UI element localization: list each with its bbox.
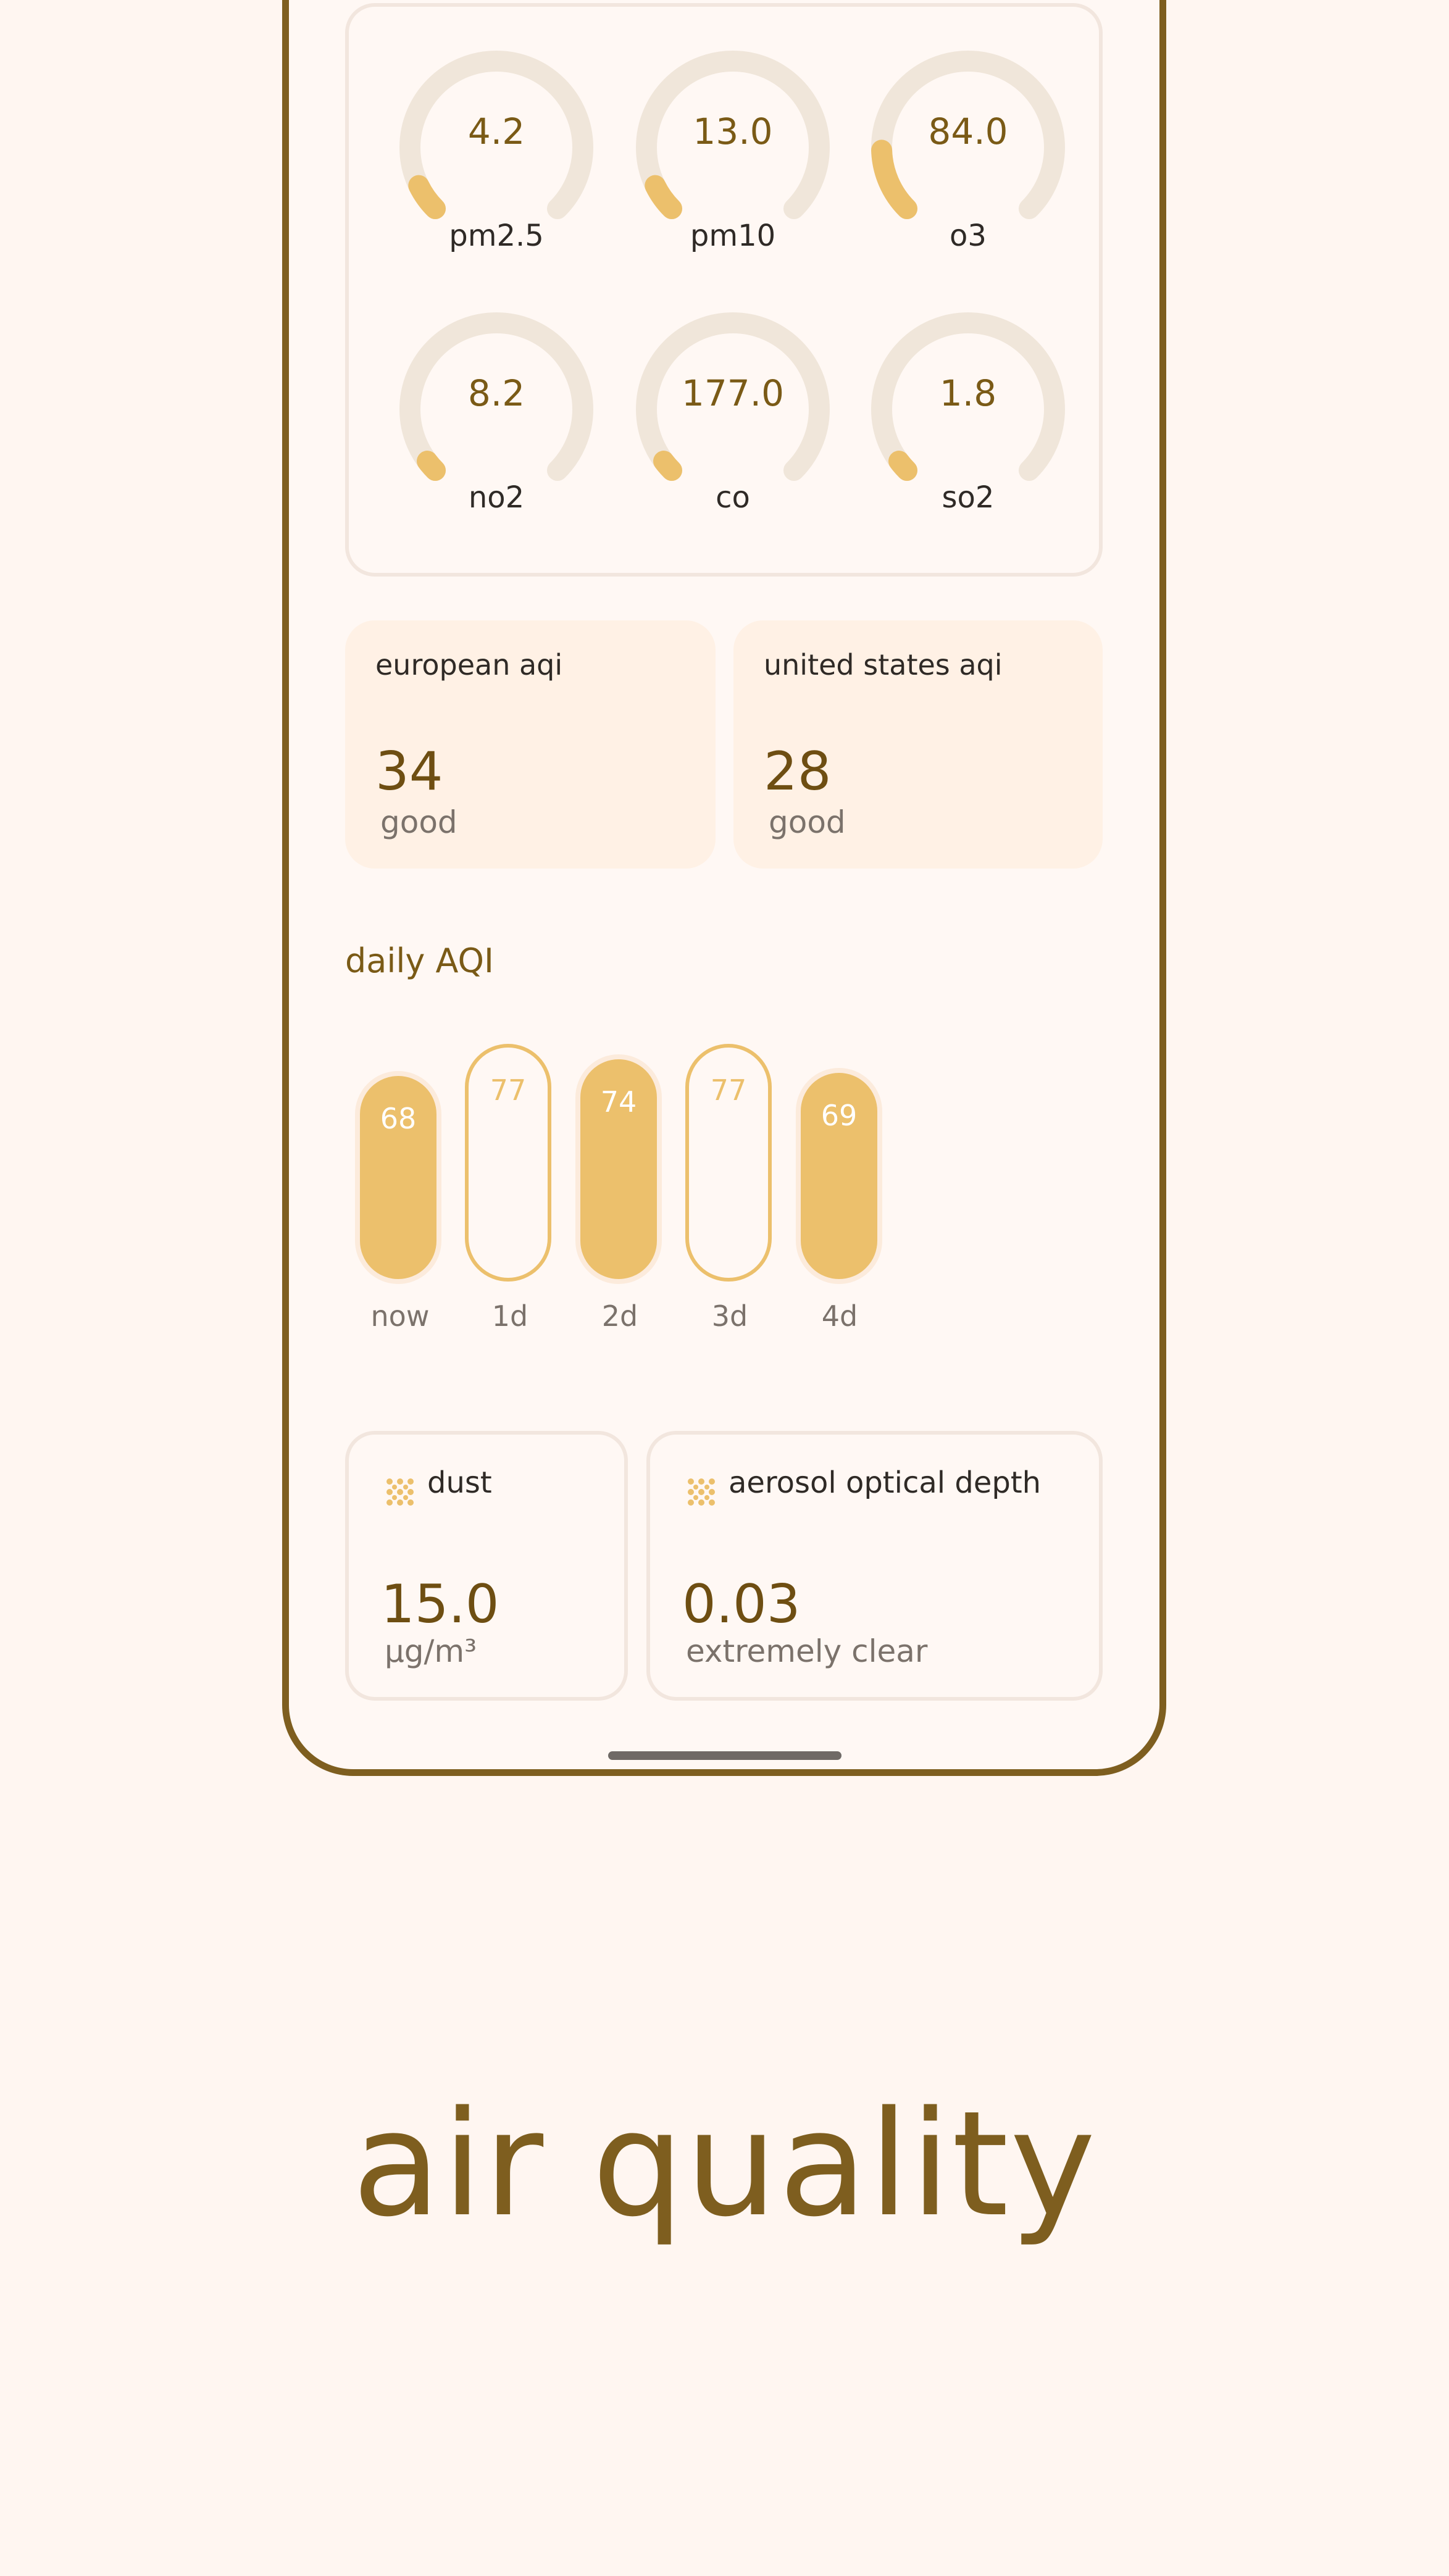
daily-bar-value: 74 — [600, 1085, 637, 1119]
gauge-value: 84.0 — [928, 110, 1008, 152]
gauge-value: 13.0 — [693, 110, 773, 152]
daily-bar-label: now — [370, 1299, 430, 1333]
dust-icon — [386, 1478, 414, 1506]
us-aqi-card[interactable]: united states aqi 28 good — [733, 620, 1103, 869]
gauge-fill — [645, 175, 683, 219]
gauge-value: 4.2 — [467, 110, 525, 152]
gauge-label: o3 — [950, 219, 987, 253]
daily-bar-2d[interactable]: 74 — [575, 1054, 662, 1284]
env-value: 15.0 — [381, 1574, 499, 1635]
daily-bar-value: 77 — [490, 1073, 527, 1107]
gauge-co[interactable]: 177.0 co — [628, 304, 838, 539]
daily-bar-label: 3d — [711, 1299, 748, 1333]
daily-bar-label: 1d — [491, 1299, 528, 1333]
daily-bar-4d[interactable]: 69 — [796, 1068, 882, 1284]
gauge-fill — [408, 175, 446, 219]
gauge-label: pm10 — [690, 219, 776, 253]
aqi-title: european aqi — [375, 648, 563, 682]
home-indicator[interactable] — [608, 1751, 841, 1760]
gauge-label: no2 — [468, 480, 525, 515]
daily-bar-3d[interactable]: 77 — [685, 1044, 772, 1282]
aqi-title: united states aqi — [764, 648, 1003, 682]
aqi-value: 28 — [764, 741, 832, 802]
env-title: aerosol optical depth — [729, 1465, 1042, 1500]
gauge-label: pm2.5 — [449, 219, 544, 253]
env-title: dust — [427, 1465, 492, 1500]
daily-bar-label: 4d — [821, 1299, 858, 1333]
gauge-fill — [888, 451, 918, 481]
aqi-status: good — [769, 804, 846, 840]
gauge-pm10[interactable]: 13.0 pm10 — [628, 43, 838, 277]
daily-bar-value: 77 — [710, 1073, 747, 1107]
daily-aqi-title: daily AQI — [345, 941, 494, 980]
env-value: 0.03 — [682, 1574, 801, 1635]
gauge-fill — [871, 140, 918, 219]
headline: air quality — [352, 2080, 1097, 2249]
gauge-o3[interactable]: 84.0 o3 — [863, 43, 1073, 277]
gauge-value: 177.0 — [681, 372, 785, 414]
gauge-label: co — [716, 480, 750, 515]
daily-bar-value: 68 — [380, 1102, 417, 1135]
env-sub: µg/m³ — [385, 1633, 477, 1669]
daily-bar-value: 69 — [821, 1099, 858, 1132]
gauge-value: 8.2 — [467, 372, 525, 414]
daily-bar-1d[interactable]: 77 — [465, 1044, 551, 1282]
european-aqi-card[interactable]: european aqi 34 good — [345, 620, 716, 869]
gauge-value: 1.8 — [939, 372, 997, 414]
aqi-status: good — [380, 804, 457, 840]
daily-bar-label: 2d — [601, 1299, 638, 1333]
gauge-pm25[interactable]: 4.2 pm2.5 — [391, 43, 601, 277]
env-sub: extremely clear — [686, 1633, 928, 1669]
gauge-fill — [653, 451, 683, 481]
gauge-fill — [417, 451, 446, 481]
gauge-so2[interactable]: 1.8 so2 — [863, 304, 1073, 539]
pollutant-gauges-card: 4.2 pm2.5 13.0 pm10 84.0 o3 8.2 no2 177.… — [345, 3, 1103, 577]
gauge-no2[interactable]: 8.2 no2 — [391, 304, 601, 539]
aerosol-icon — [688, 1478, 715, 1506]
aerosol-card[interactable]: aerosol optical depth 0.03 extremely cle… — [646, 1431, 1103, 1701]
aqi-value: 34 — [375, 741, 443, 802]
gauge-label: so2 — [942, 480, 995, 515]
dust-card[interactable]: dust 15.0 µg/m³ — [345, 1431, 628, 1701]
daily-bar-now[interactable]: 68 — [355, 1071, 441, 1284]
